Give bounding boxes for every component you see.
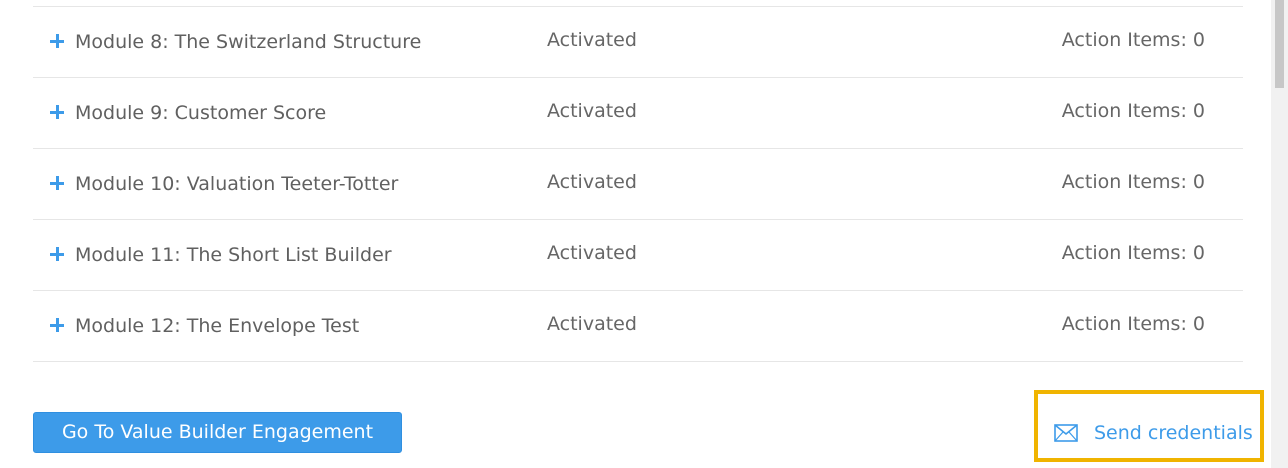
module-title[interactable]: Module 9: Customer Score [75,102,326,124]
go-to-engagement-button[interactable]: Go To Value Builder Engagement [33,412,402,453]
vertical-scrollbar[interactable] [1271,0,1288,468]
plus-icon[interactable] [50,105,64,119]
module-title[interactable]: Module 8: The Switzerland Structure [75,31,421,53]
scrollbar-thumb[interactable] [1275,0,1284,88]
module-row-12[interactable]: Module 12: The Envelope Test Activated A… [33,291,1243,362]
module-status: Activated [547,29,637,51]
plus-icon[interactable] [50,318,64,332]
plus-icon[interactable] [50,176,64,190]
module-action-items: Action Items: 0 [1061,29,1205,51]
module-action-items: Action Items: 0 [1061,100,1205,122]
module-title[interactable]: Module 11: The Short List Builder [75,244,392,266]
module-action-items: Action Items: 0 [1061,313,1205,335]
send-credentials-link[interactable]: Send credentials [1054,421,1253,445]
module-status: Activated [547,313,637,335]
module-status: Activated [547,242,637,264]
module-row-10[interactable]: Module 10: Valuation Teeter-Totter Activ… [33,149,1243,220]
plus-icon[interactable] [50,34,64,48]
module-action-items: Action Items: 0 [1061,171,1205,193]
send-credentials-label: Send credentials [1094,422,1253,444]
module-row-8[interactable]: Module 8: The Switzerland Structure Acti… [33,7,1243,78]
module-title[interactable]: Module 12: The Envelope Test [75,315,359,337]
module-title[interactable]: Module 10: Valuation Teeter-Totter [75,173,398,195]
envelope-icon [1054,424,1078,442]
module-row-9[interactable]: Module 9: Customer Score Activated Actio… [33,78,1243,149]
plus-icon[interactable] [50,247,64,261]
module-list: Module 8: The Switzerland Structure Acti… [33,6,1243,362]
module-status: Activated [547,100,637,122]
module-action-items: Action Items: 0 [1061,242,1205,264]
module-row-11[interactable]: Module 11: The Short List Builder Activa… [33,220,1243,291]
module-status: Activated [547,171,637,193]
